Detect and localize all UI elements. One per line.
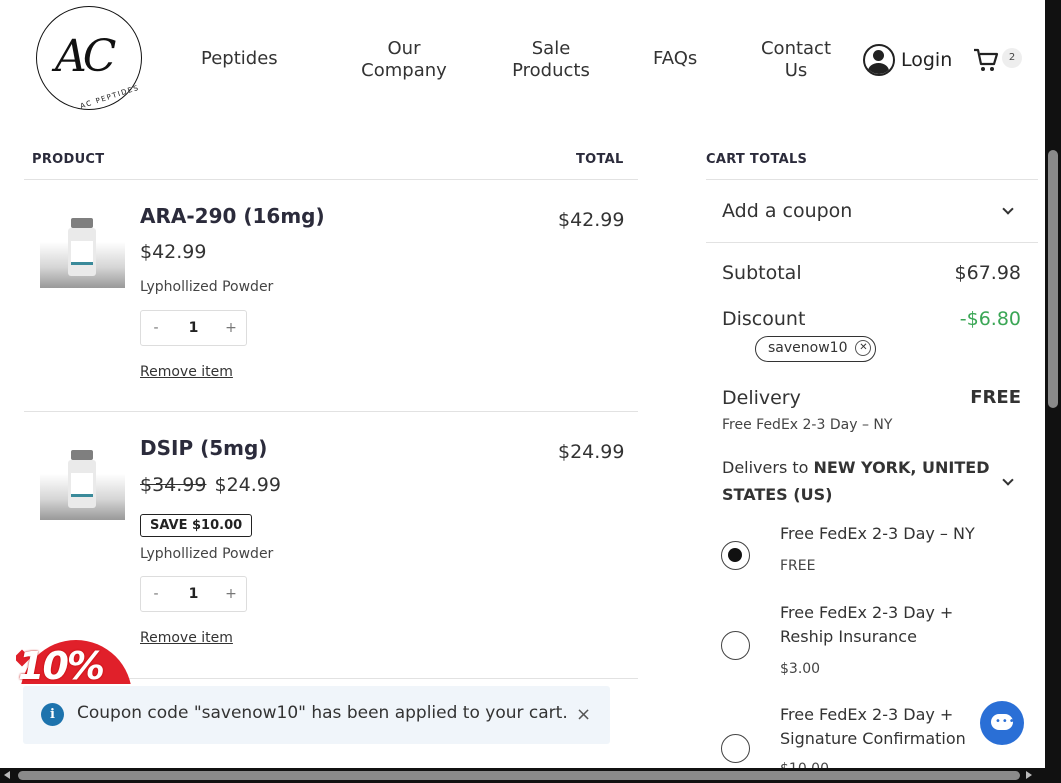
line-total: $42.99	[558, 209, 625, 231]
login-link[interactable]: Login	[863, 44, 952, 76]
delivery-location-toggle[interactable]: Delivers to NEW YORK, UNITED STATES (US)	[722, 454, 992, 508]
product-name[interactable]: ARA-290 (16mg)	[140, 204, 325, 228]
product-name[interactable]: DSIP (5mg)	[140, 436, 267, 460]
site-logo[interactable]: AC AC PEPTIDES	[36, 6, 142, 110]
shipping-option-radio[interactable]	[721, 734, 750, 763]
horizontal-scrollbar[interactable]	[0, 768, 1061, 783]
scroll-right-icon[interactable]	[1026, 771, 1032, 779]
product-price: $42.99	[140, 241, 207, 263]
scrollbar-thumb[interactable]	[1048, 150, 1058, 408]
logo-monogram: AC	[55, 31, 116, 82]
shipping-option-price: FREE	[780, 558, 816, 574]
product-description: Lyphollized Powder	[140, 546, 274, 562]
discount-value: -$6.80	[959, 308, 1021, 330]
applied-coupon-chip: savenow10 ✕	[755, 336, 877, 362]
delivery-method: Free FedEx 2-3 Day – NY	[722, 417, 893, 433]
savings-badge: SAVE $10.00	[140, 514, 253, 537]
discount-label: Discount	[722, 308, 806, 330]
increase-quantity-button[interactable]: +	[216, 586, 246, 602]
user-icon	[863, 44, 895, 76]
nav-faqs[interactable]: FAQs	[653, 48, 697, 70]
chevron-down-icon[interactable]	[1002, 203, 1014, 215]
cart-icon	[974, 48, 999, 71]
coupon-code: savenow10	[768, 340, 848, 356]
quantity-value[interactable]: 1	[171, 586, 216, 602]
sale-price: $24.99	[214, 474, 281, 496]
quantity-stepper: - 1 +	[140, 576, 247, 612]
vial-icon	[68, 450, 96, 510]
chat-icon: •••	[995, 716, 1016, 727]
divider	[706, 179, 1038, 180]
vial-icon	[68, 218, 96, 278]
shipping-option-name[interactable]: Free FedEx 2-3 Day + Reship Insurance	[780, 601, 990, 649]
delivers-to-prefix: Delivers to	[722, 458, 814, 477]
nav-contact-us[interactable]: Contact Us	[754, 38, 838, 82]
chat-button[interactable]: •••	[980, 701, 1024, 745]
coupon-applied-notice: i Coupon code "savenow10" has been appli…	[23, 686, 610, 744]
divider	[24, 411, 638, 412]
notice-message: Coupon code "savenow10" has been applied…	[77, 703, 568, 723]
promo-badge[interactable]: 10%	[16, 636, 140, 684]
close-icon[interactable]: ×	[576, 704, 591, 725]
divider	[24, 179, 638, 180]
cart-button[interactable]: 2	[972, 46, 1024, 74]
delivery-value: FREE	[970, 387, 1021, 408]
nav-peptides[interactable]: Peptides	[201, 48, 278, 70]
shipping-option-radio[interactable]	[721, 541, 750, 570]
shipping-option-price: $10.00	[780, 761, 829, 768]
shipping-option-name[interactable]: Free FedEx 2-3 Day – NY	[780, 522, 990, 546]
vertical-scrollbar[interactable]	[1045, 0, 1061, 768]
nav-our-company[interactable]: Our Company	[358, 38, 450, 82]
subtotal-label: Subtotal	[722, 262, 802, 284]
quantity-value[interactable]: 1	[171, 320, 216, 336]
subtotal-value: $67.98	[954, 262, 1021, 284]
product-description: Lyphollized Powder	[140, 279, 274, 295]
decrease-quantity-button[interactable]: -	[141, 586, 171, 602]
shipping-option-name[interactable]: Free FedEx 2-3 Day + Signature Confirmat…	[780, 703, 990, 751]
chevron-down-icon[interactable]	[1002, 474, 1014, 486]
remove-coupon-icon[interactable]: ✕	[855, 340, 872, 356]
product-price: $34.99 $24.99	[140, 474, 281, 496]
shipping-option-radio[interactable]	[721, 631, 750, 660]
quantity-stepper: - 1 +	[140, 310, 247, 346]
divider	[706, 242, 1038, 243]
remove-item-link[interactable]: Remove item	[140, 364, 233, 380]
scrollbar-thumb[interactable]	[18, 771, 1020, 780]
site-header: AC AC PEPTIDES Peptides Our Company Sale…	[0, 0, 1045, 125]
line-total: $24.99	[558, 441, 625, 463]
scroll-left-icon[interactable]	[4, 771, 10, 779]
remove-item-link[interactable]: Remove item	[140, 630, 233, 646]
product-image[interactable]	[40, 436, 125, 520]
cart-count-badge: 2	[1002, 48, 1022, 68]
product-column-header: PRODUCT	[32, 152, 105, 167]
info-icon: i	[41, 703, 64, 726]
cart-totals-title: CART TOTALS	[706, 152, 808, 167]
add-coupon-toggle[interactable]: Add a coupon	[722, 200, 852, 222]
shipping-option-price: $3.00	[780, 661, 821, 677]
increase-quantity-button[interactable]: +	[216, 320, 246, 336]
product-image[interactable]	[40, 204, 125, 288]
total-column-header: TOTAL	[576, 152, 624, 167]
login-label: Login	[901, 49, 953, 71]
promo-text: 10%	[18, 644, 105, 684]
logo-ring-text: AC PEPTIDES	[79, 83, 141, 111]
decrease-quantity-button[interactable]: -	[141, 320, 171, 336]
delivery-label: Delivery	[722, 387, 801, 409]
original-price: $34.99	[140, 474, 207, 496]
nav-sale-products[interactable]: Sale Products	[505, 38, 597, 82]
